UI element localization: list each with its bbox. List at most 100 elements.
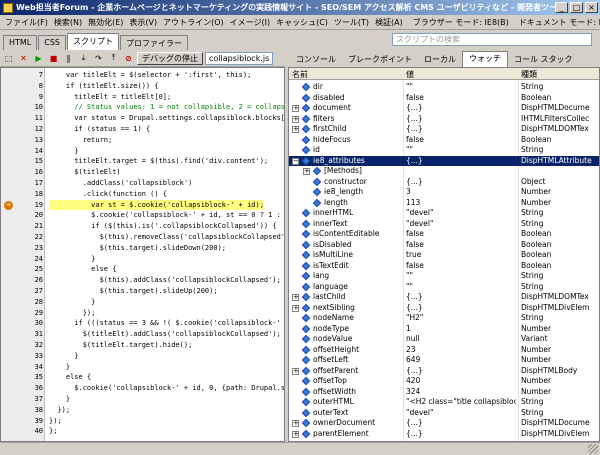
watch-value[interactable]: false xyxy=(406,93,516,104)
code-line[interactable]: 32 $(titleElt.target).hide(); xyxy=(1,340,284,351)
step-into-icon[interactable]: ⤓ xyxy=(77,52,90,65)
expand-icon[interactable]: + xyxy=(292,294,299,301)
code-line[interactable]: 24 } xyxy=(1,254,284,265)
watch-row[interactable]: + ownerDocument {...} DispHTMLDocume xyxy=(289,418,599,429)
expand-icon[interactable]: + xyxy=(292,420,299,427)
watch-value[interactable]: false xyxy=(406,261,516,272)
watch-row[interactable]: isContentEditable false Boolean xyxy=(289,229,599,240)
watch-row[interactable]: ie8_length 3 Number xyxy=(289,187,599,198)
code-line[interactable]: 25 else { xyxy=(1,264,284,275)
watch-value[interactable]: "" xyxy=(406,82,516,93)
watch-value[interactable]: false xyxy=(406,135,516,146)
watch-value[interactable]: {...} xyxy=(406,366,516,377)
expand-icon[interactable]: + xyxy=(303,168,310,175)
code-line[interactable]: 8 if (titleElt.size()) { xyxy=(1,81,284,92)
menu-disable[interactable]: 無効化(E) xyxy=(85,17,126,28)
watch-value[interactable]: "" xyxy=(406,282,516,293)
code-line[interactable]: 22 $(this).removeClass('collapsiblockCol… xyxy=(1,232,284,243)
watch-row[interactable]: + filters {...} IHTMLFiltersCollec xyxy=(289,114,599,125)
tab-locals[interactable]: ローカル xyxy=(418,53,462,67)
watch-pane[interactable]: 名前 値 種類 dir "" String disabled false Boolean +… xyxy=(288,67,600,442)
script-file-select[interactable]: collapsiblock.js xyxy=(205,51,274,65)
watch-row[interactable]: + parentElement {...} DispHTMLDivElem xyxy=(289,429,599,440)
tab-script[interactable]: スクリプト xyxy=(67,33,120,50)
watch-value[interactable]: "H2" xyxy=(406,313,516,324)
watch-value[interactable]: false xyxy=(406,240,516,251)
expand-icon[interactable]: + xyxy=(292,367,299,375)
tab-css[interactable]: CSS xyxy=(38,35,67,50)
watch-value[interactable]: 23 xyxy=(406,345,516,356)
column-type-header[interactable]: 種類 xyxy=(521,69,537,80)
code-line[interactable]: 12 if (status == 1) { xyxy=(1,124,284,135)
watch-row[interactable]: language "" String xyxy=(289,282,599,293)
watch-row[interactable]: lang "" String xyxy=(289,271,599,282)
code-line[interactable]: 31 $(titleElt).addClass('collapsiblockCo… xyxy=(1,329,284,340)
tab-html[interactable]: HTML xyxy=(3,35,38,50)
watch-row[interactable]: offsetLeft 649 Number xyxy=(289,355,599,366)
break-icon[interactable]: ■ xyxy=(47,52,60,65)
watch-row[interactable]: + firstChild {...} DispHTMLDOMTex xyxy=(289,124,599,135)
pause-icon[interactable]: ∥ xyxy=(62,52,75,65)
watch-value[interactable]: false xyxy=(406,229,516,240)
watch-row[interactable]: isTextEdit false Boolean xyxy=(289,261,599,272)
watch-value[interactable]: "" xyxy=(406,145,516,156)
menu-cache[interactable]: キャッシュ(C) xyxy=(273,17,331,28)
watch-row[interactable]: outerHTML "<H2 class="title collapsiblock… xyxy=(289,397,599,408)
watch-row[interactable]: constructor {...} Object xyxy=(289,177,599,188)
menu-browser-mode[interactable]: ブラウザー モード: IE8(B) xyxy=(410,17,512,28)
menu-outline[interactable]: アウトライン(O) xyxy=(160,17,227,28)
watch-value[interactable]: 324 xyxy=(406,387,516,398)
watch-value[interactable]: "devel" xyxy=(406,219,516,230)
tab-watch[interactable]: ウォッチ xyxy=(462,51,508,67)
watch-value[interactable]: "" xyxy=(406,271,516,282)
code-line[interactable]: 33 } xyxy=(1,351,284,362)
tab-console[interactable]: コンソール xyxy=(290,53,342,67)
select-element-icon[interactable]: ⬚ xyxy=(2,52,15,65)
code-line[interactable]: 28 } xyxy=(1,297,284,308)
watch-row[interactable]: hideFocus false Boolean xyxy=(289,135,599,146)
code-line[interactable]: 9 titleElt = titleElt[0]; xyxy=(1,92,284,103)
code-line[interactable]: 10 // Status values: 1 = not collapsible… xyxy=(1,102,284,113)
watch-value[interactable]: {...} xyxy=(406,124,516,135)
watch-row[interactable]: offsetHeight 23 Number xyxy=(289,345,599,356)
menu-tools[interactable]: ツール(T) xyxy=(331,17,372,28)
script-search-input[interactable]: スクリプトの検索 xyxy=(392,33,592,46)
watch-value[interactable]: "devel" xyxy=(406,208,516,219)
collapse-icon[interactable]: − xyxy=(292,157,299,165)
watch-row[interactable]: + offsetParent {...} DispHTMLBody xyxy=(289,366,599,377)
watch-value[interactable]: {...} xyxy=(406,303,516,314)
column-value-header[interactable]: 値 xyxy=(406,69,414,80)
tab-profiler[interactable]: プロファイラー xyxy=(120,35,189,50)
watch-value[interactable]: "<H2 class="title collapsiblock xyxy=(406,397,516,408)
minimize-button[interactable]: _ xyxy=(555,2,568,13)
step-out-icon[interactable]: ⤒ xyxy=(107,52,120,65)
column-name-header[interactable]: 名前 xyxy=(292,69,308,80)
continue-icon[interactable]: ▶ xyxy=(32,52,45,65)
menu-images[interactable]: イメージ(I) xyxy=(227,17,273,28)
watch-row[interactable]: isDisabled false Boolean xyxy=(289,240,599,251)
menu-file[interactable]: ファイル(F) xyxy=(2,17,51,28)
code-line[interactable]: 35 else { xyxy=(1,372,284,383)
watch-row[interactable]: length 113 Number xyxy=(289,198,599,209)
watch-row[interactable]: dir "" String xyxy=(289,82,599,93)
watch-value[interactable]: "devel" xyxy=(406,408,516,419)
watch-row[interactable]: offsetWidth 324 Number xyxy=(289,387,599,398)
watch-row[interactable]: isMultiLine true Boolean xyxy=(289,250,599,261)
code-line[interactable]: 7 var titleElt = $(selector + ':first', … xyxy=(1,70,284,81)
watch-value[interactable]: {...} xyxy=(406,156,516,167)
watch-value[interactable]: {...} xyxy=(406,418,516,429)
expand-icon[interactable]: + xyxy=(292,430,299,438)
watch-row[interactable]: innerHTML "devel" String xyxy=(289,208,599,219)
code-editor[interactable]: 7 var titleElt = $(selector + ':first', … xyxy=(0,67,285,442)
watch-value[interactable]: {...} xyxy=(406,114,516,125)
code-line[interactable]: 26 $(this).addClass('collapsiblockCollap… xyxy=(1,275,284,286)
watch-row[interactable]: id "" String xyxy=(289,145,599,156)
watch-row[interactable]: + lastChild {...} DispHTMLDOMTex xyxy=(289,292,599,303)
step-over-icon[interactable]: ↷ xyxy=(92,52,105,65)
watch-value[interactable]: {...} xyxy=(406,177,516,188)
code-line[interactable]: 38 }); xyxy=(1,405,284,416)
code-line[interactable]: 17 .addClass('collapsiblock') xyxy=(1,178,284,189)
watch-row[interactable]: nodeType 1 Number xyxy=(289,324,599,335)
watch-row[interactable]: − ie8_attributes {...} DispHTMLAttribute xyxy=(289,155,599,167)
code-line[interactable]: 21 if ($(this).is('.collapsiblockCollaps… xyxy=(1,221,284,232)
